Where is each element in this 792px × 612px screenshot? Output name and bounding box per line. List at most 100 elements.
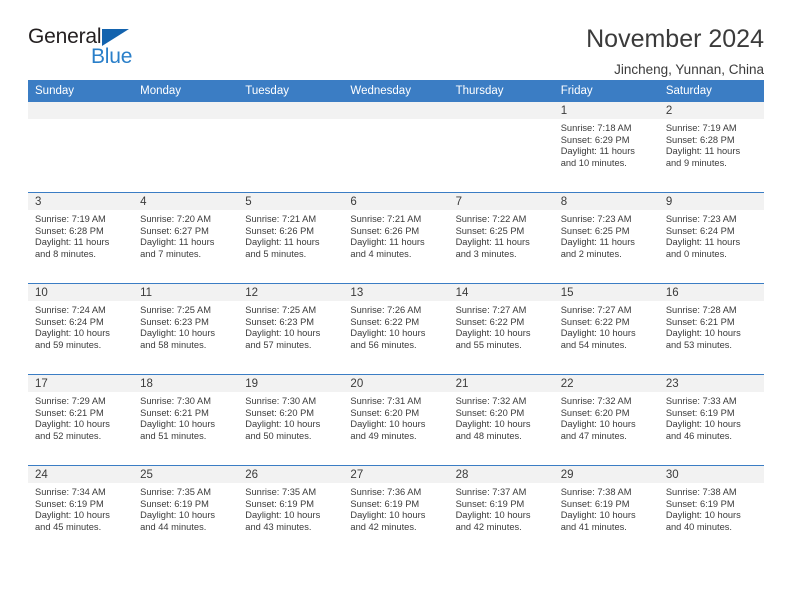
calendar-day-cell[interactable]: 3 Sunrise: 7:19 AM Sunset: 6:28 PM Daylight…: [28, 192, 134, 284]
day-number: 26: [238, 466, 344, 483]
daylight-text-line1: Daylight: 11 hours: [665, 237, 741, 248]
sunrise-text: Sunrise: 7:38 AM: [560, 487, 632, 497]
daylight-text-line1: Daylight: 10 hours: [350, 510, 426, 521]
day-number: 10: [28, 284, 134, 301]
daylight-text-line1: Daylight: 10 hours: [140, 419, 216, 430]
calendar-day-cell[interactable]: 4 Sunrise: 7:20 AM Sunset: 6:27 PM Daylight…: [133, 192, 239, 284]
day-details: Sunrise: 7:30 AM Sunset: 6:20 PM Daylight:…: [238, 392, 343, 442]
sunset-text: Sunset: 6:26 PM: [350, 225, 420, 236]
day-number: [343, 102, 449, 119]
daylight-text-line1: Daylight: 11 hours: [665, 146, 741, 157]
daylight-text-line1: Daylight: 10 hours: [560, 419, 636, 430]
daylight-text-line1: Daylight: 11 hours: [245, 237, 320, 248]
calendar-day-cell[interactable]: 23 Sunrise: 7:33 AM Sunset: 6:19 PM Dayligh…: [658, 374, 764, 466]
calendar-day-cell[interactable]: 24 Sunrise: 7:34 AM Sunset: 6:19 PM Dayligh…: [28, 465, 134, 556]
calendar-cell-empty: [448, 102, 554, 193]
daylight-text-line1: Daylight: 10 hours: [140, 328, 216, 339]
daylight-text-line1: Daylight: 11 hours: [35, 237, 110, 248]
calendar-table: Sunday Monday Tuesday Wednesday Thursday Frid…: [28, 80, 764, 556]
sunset-text: Sunset: 6:28 PM: [35, 225, 104, 236]
sunrise-text: Sunrise: 7:20 AM: [140, 214, 211, 224]
calendar-day-cell[interactable]: 11 Sunrise: 7:25 AM Sunset: 6:23 PM Dayligh…: [133, 283, 239, 375]
daylight-text-line1: Daylight: 11 hours: [560, 237, 635, 248]
daylight-text-line1: Daylight: 10 hours: [140, 510, 216, 521]
day-details: Sunrise: 7:37 AM Sunset: 6:19 PM Daylight:…: [449, 483, 554, 533]
daylight-text-line2: and 59 minutes.: [35, 339, 102, 350]
generalblue-logo[interactable]: General Blue: [28, 26, 140, 72]
title-block: November 2024 Jincheng, Yunnan, China: [586, 25, 764, 77]
calendar-day-cell[interactable]: 30 Sunrise: 7:38 AM Sunset: 6:19 PM Dayligh…: [658, 465, 764, 556]
calendar-day-cell[interactable]: 7 Sunrise: 7:22 AM Sunset: 6:25 PM Daylight…: [448, 192, 554, 284]
daylight-text-line2: and 0 minutes.: [665, 248, 727, 259]
sunset-text: Sunset: 6:23 PM: [245, 316, 315, 327]
calendar-day-cell[interactable]: 10 Sunrise: 7:24 AM Sunset: 6:24 PM Dayligh…: [28, 283, 134, 375]
calendar-cell-empty: [343, 102, 449, 193]
calendar-day-cell[interactable]: 19 Sunrise: 7:30 AM Sunset: 6:20 PM Dayligh…: [238, 374, 344, 466]
sunset-text: Sunset: 6:26 PM: [245, 225, 315, 236]
calendar-day-cell[interactable]: 5 Sunrise: 7:21 AM Sunset: 6:26 PM Daylight…: [238, 192, 344, 284]
day-number: 3: [28, 193, 134, 210]
calendar-day-cell[interactable]: 8 Sunrise: 7:23 AM Sunset: 6:25 PM Daylight…: [553, 192, 659, 284]
daylight-text-line1: Daylight: 10 hours: [245, 419, 321, 430]
daylight-text-line1: Daylight: 10 hours: [665, 328, 741, 339]
calendar-page: General Blue November 2024 Jincheng, Yun…: [0, 0, 792, 612]
day-number: 16: [658, 284, 764, 301]
day-details: Sunrise: 7:25 AM Sunset: 6:23 PM Daylight:…: [238, 301, 343, 351]
sunrise-text: Sunrise: 7:18 AM: [560, 123, 632, 133]
sunset-text: Sunset: 6:28 PM: [665, 134, 735, 145]
calendar-day-cell[interactable]: 28 Sunrise: 7:37 AM Sunset: 6:19 PM Dayligh…: [448, 465, 554, 556]
sunset-text: Sunset: 6:24 PM: [665, 225, 735, 236]
calendar-day-cell[interactable]: 14 Sunrise: 7:27 AM Sunset: 6:22 PM Dayligh…: [448, 283, 554, 375]
day-details: Sunrise: 7:35 AM Sunset: 6:19 PM Daylight:…: [133, 483, 238, 533]
sunrise-text: Sunrise: 7:24 AM: [35, 305, 106, 315]
calendar-day-cell[interactable]: 20 Sunrise: 7:31 AM Sunset: 6:20 PM Dayligh…: [343, 374, 449, 466]
calendar-day-cell[interactable]: 21 Sunrise: 7:32 AM Sunset: 6:20 PM Dayligh…: [448, 374, 554, 466]
day-details: Sunrise: 7:25 AM Sunset: 6:23 PM Daylight:…: [133, 301, 238, 351]
calendar-day-cell[interactable]: 16 Sunrise: 7:28 AM Sunset: 6:21 PM Dayligh…: [658, 283, 764, 375]
daylight-text-line2: and 42 minutes.: [455, 521, 522, 532]
day-number: 8: [553, 193, 659, 210]
sunrise-text: Sunrise: 7:19 AM: [35, 214, 106, 224]
daylight-text-line1: Daylight: 10 hours: [665, 510, 741, 521]
day-details: Sunrise: 7:34 AM Sunset: 6:19 PM Daylight:…: [28, 483, 133, 533]
calendar-day-cell[interactable]: 9 Sunrise: 7:23 AM Sunset: 6:24 PM Daylight…: [658, 192, 764, 284]
calendar-day-cell[interactable]: 17 Sunrise: 7:29 AM Sunset: 6:21 PM Dayligh…: [28, 374, 134, 466]
calendar-day-cell[interactable]: 12 Sunrise: 7:25 AM Sunset: 6:23 PM Dayligh…: [238, 283, 344, 375]
daylight-text-line1: Daylight: 10 hours: [455, 328, 531, 339]
page-header: General Blue November 2024 Jincheng, Yun…: [28, 0, 764, 76]
daylight-text-line2: and 47 minutes.: [560, 430, 627, 441]
day-number: 18: [133, 375, 239, 392]
day-number: 2: [658, 102, 764, 119]
sunset-text: Sunset: 6:19 PM: [665, 407, 735, 418]
calendar-day-cell[interactable]: 2 Sunrise: 7:19 AM Sunset: 6:28 PM Daylight…: [658, 102, 764, 193]
calendar-day-cell[interactable]: 27 Sunrise: 7:36 AM Sunset: 6:19 PM Dayligh…: [343, 465, 449, 556]
daylight-text-line2: and 53 minutes.: [665, 339, 732, 350]
calendar-body: 1 Sunrise: 7:18 AM Sunset: 6:29 PM Daylight…: [28, 102, 764, 556]
daylight-text-line2: and 8 minutes.: [35, 248, 96, 259]
sunset-text: Sunset: 6:20 PM: [455, 407, 525, 418]
calendar-day-cell[interactable]: 1 Sunrise: 7:18 AM Sunset: 6:29 PM Daylight…: [553, 102, 659, 193]
day-details: Sunrise: 7:24 AM Sunset: 6:24 PM Daylight:…: [28, 301, 133, 351]
calendar-day-cell[interactable]: 22 Sunrise: 7:32 AM Sunset: 6:20 PM Dayligh…: [553, 374, 659, 466]
day-number: [28, 102, 134, 119]
day-number: 21: [448, 375, 554, 392]
day-number: 29: [553, 466, 659, 483]
daylight-text-line2: and 57 minutes.: [245, 339, 312, 350]
day-details: Sunrise: 7:38 AM Sunset: 6:19 PM Daylight:…: [659, 483, 764, 533]
calendar-day-cell[interactable]: 25 Sunrise: 7:35 AM Sunset: 6:19 PM Dayligh…: [133, 465, 239, 556]
sunset-text: Sunset: 6:19 PM: [35, 498, 104, 509]
day-number: 28: [448, 466, 554, 483]
day-number: [133, 102, 239, 119]
calendar-day-cell[interactable]: 15 Sunrise: 7:27 AM Sunset: 6:22 PM Dayligh…: [553, 283, 659, 375]
calendar-day-cell[interactable]: 13 Sunrise: 7:26 AM Sunset: 6:22 PM Dayligh…: [343, 283, 449, 375]
daylight-text-line2: and 42 minutes.: [350, 521, 417, 532]
calendar-day-cell[interactable]: 6 Sunrise: 7:21 AM Sunset: 6:26 PM Daylight…: [343, 192, 449, 284]
day-details: Sunrise: 7:23 AM Sunset: 6:24 PM Daylight:…: [659, 210, 764, 260]
calendar-day-cell[interactable]: 29 Sunrise: 7:38 AM Sunset: 6:19 PM Dayligh…: [553, 465, 659, 556]
weekday-header-saturday: Saturday: [658, 80, 764, 102]
day-number: [238, 102, 344, 119]
sunset-text: Sunset: 6:22 PM: [560, 316, 630, 327]
calendar-day-cell[interactable]: 18 Sunrise: 7:30 AM Sunset: 6:21 PM Dayligh…: [133, 374, 239, 466]
calendar-day-cell[interactable]: 26 Sunrise: 7:35 AM Sunset: 6:19 PM Dayligh…: [238, 465, 344, 556]
sunrise-text: Sunrise: 7:25 AM: [245, 305, 317, 315]
